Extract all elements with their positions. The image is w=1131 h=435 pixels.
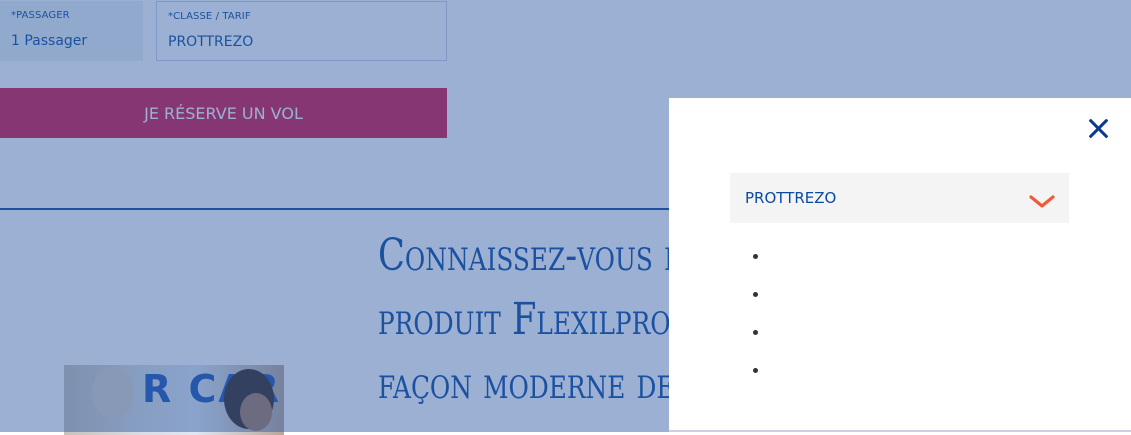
fare-option[interactable] [730,314,1069,352]
fare-option[interactable] [730,238,1069,276]
fare-dropdown[interactable]: PROTTREZO [730,173,1069,223]
chevron-down-icon [1029,195,1055,208]
fare-dropdown-value: PROTTREZO [745,189,837,207]
close-icon[interactable] [1083,114,1113,144]
fare-select-modal: PROTTREZO [669,98,1131,432]
fare-options-list [730,238,1069,390]
fare-option[interactable] [730,352,1069,390]
fare-option[interactable] [730,276,1069,314]
